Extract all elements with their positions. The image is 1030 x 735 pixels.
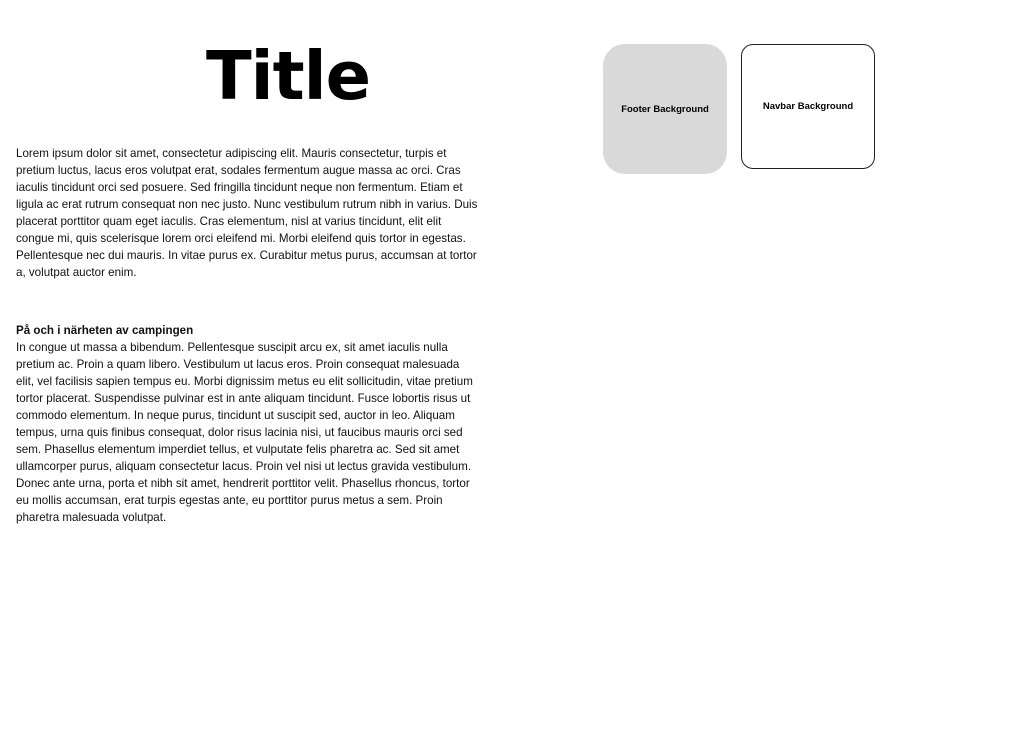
campsite-section: På och i närheten av campingen In congue… <box>16 322 478 526</box>
page-title: Title <box>205 37 371 115</box>
footer-background-label: Footer Background <box>621 103 709 115</box>
intro-paragraph: Lorem ipsum dolor sit amet, consectetur … <box>16 147 478 279</box>
section-paragraph: In congue ut massa a bibendum. Pellentes… <box>16 341 473 524</box>
navbar-background-label: Navbar Background <box>762 101 854 112</box>
navbar-background-swatch: Navbar Background <box>741 44 875 169</box>
section-heading: På och i närheten av campingen <box>16 324 194 337</box>
footer-background-swatch: Footer Background <box>603 44 727 174</box>
